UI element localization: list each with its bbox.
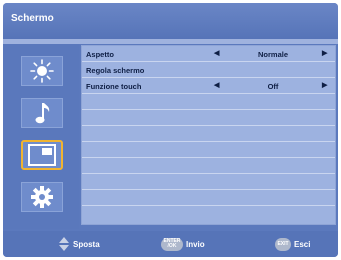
menu-row-value: Normale (257, 50, 288, 59)
menu-row-empty (82, 158, 335, 174)
menu-row-label: Regola schermo (86, 66, 145, 75)
menu-row-empty (82, 94, 335, 110)
menu-row-aspetto[interactable]: Aspetto ◀ Normale ▶ (82, 46, 335, 62)
move-label: Sposta (73, 239, 100, 249)
exit-label: Esci (294, 239, 311, 249)
arrow-left-icon[interactable]: ◀ (214, 49, 219, 57)
menu-row-funzione-touch[interactable]: Funzione touch ◀ Off ▶ (82, 78, 335, 94)
menu-row-empty (82, 174, 335, 190)
menu-row-label: Funzione touch (86, 82, 142, 91)
sidebar-item-audio[interactable] (21, 98, 63, 128)
enter-key-bottom-text: /OK (167, 243, 177, 249)
exit-key-icon: EXIT (275, 237, 291, 251)
music-note-icon (35, 103, 50, 124)
page-title: Schermo (11, 13, 54, 24)
sidebar-item-settings[interactable] (21, 182, 63, 212)
menu-row-empty (82, 126, 335, 142)
sidebar-item-picture[interactable] (21, 56, 63, 86)
exit-hint: EXIT Esci (275, 237, 310, 251)
osd-menu: Schermo Aspetto ◀ Normale ▶ Regola scher… (3, 3, 338, 257)
menu-row-empty (82, 190, 335, 206)
menu-row-empty (82, 206, 335, 222)
up-down-arrows-icon (59, 237, 69, 251)
enter-hint: ENTER /OK Invio (161, 237, 205, 251)
menu-row-empty (82, 142, 335, 158)
settings-menu: Aspetto ◀ Normale ▶ Regola schermo Funzi… (81, 45, 336, 225)
osd-header: Schermo (3, 3, 338, 39)
enter-label: Invio (186, 239, 205, 249)
menu-row-empty (82, 110, 335, 126)
arrow-right-icon[interactable]: ▶ (322, 49, 327, 57)
enter-ok-key-icon: ENTER /OK (161, 237, 183, 251)
menu-row-regola-schermo[interactable]: Regola schermo (82, 62, 335, 78)
brightness-icon (30, 59, 54, 83)
move-hint: Sposta (59, 237, 100, 251)
arrow-left-icon[interactable]: ◀ (214, 81, 219, 89)
screen-icon (28, 144, 56, 166)
footer-hints: Sposta ENTER /OK Invio EXIT Esci (3, 231, 338, 257)
menu-row-label: Aspetto (86, 50, 114, 59)
menu-row-value: Off (267, 82, 279, 91)
arrow-right-icon[interactable]: ▶ (322, 81, 327, 89)
gear-icon (31, 186, 53, 208)
sidebar-item-screen[interactable] (21, 140, 63, 170)
exit-key-text: EXIT (277, 240, 289, 247)
sidebar (3, 44, 79, 229)
